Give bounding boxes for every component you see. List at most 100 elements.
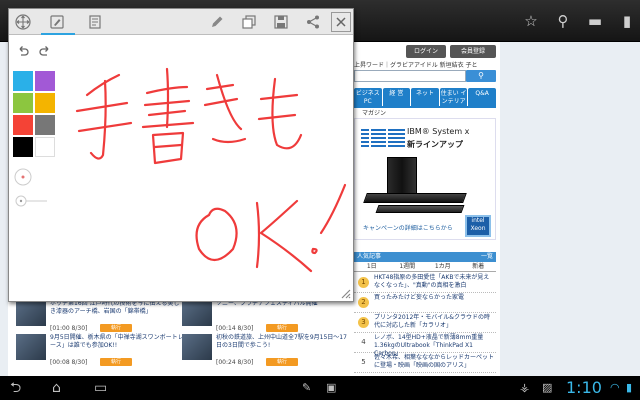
article-action-button[interactable]: 執行 <box>100 358 132 366</box>
ranking-tabs: 1日 1週間 1カ月 新着 <box>354 262 496 272</box>
copy-icon[interactable] <box>239 12 259 32</box>
login-button[interactable]: ログイン <box>406 45 446 58</box>
server-rack-image <box>363 193 467 203</box>
ranking-tab-day[interactable]: 1日 <box>354 262 390 271</box>
article-date: [00:24 8/30] <box>216 359 254 366</box>
ranking-tab-new[interactable]: 新着 <box>461 262 497 271</box>
article-item[interactable]: 9月5日開催、栃木県の「中禅寺湖スワンボートレース」は誰でも参加OK!! [00… <box>16 334 186 374</box>
page-left-margin <box>0 42 8 376</box>
article-thumbnail[interactable] <box>16 334 46 360</box>
article-action-button[interactable]: 執行 <box>100 324 132 332</box>
ranking-header: 人気記事 一覧 <box>354 252 496 262</box>
search-icon: ⚲ <box>478 71 484 80</box>
drawing-canvas[interactable] <box>57 35 353 301</box>
bookmarks-icon[interactable]: ▮ <box>618 12 636 30</box>
edit-icon[interactable] <box>207 12 227 32</box>
article-title[interactable]: 9月5日開催、栃木県の「中禅寺湖スワンボートレース」は誰でも参加OK!! <box>50 334 184 350</box>
site-search-input[interactable] <box>354 70 466 82</box>
nav-tab-management[interactable]: 経 営 <box>382 88 411 106</box>
memo-shortcut-icon[interactable]: ✎ <box>302 380 311 396</box>
color-swatch-white[interactable] <box>35 137 55 157</box>
article-date: [01:00 8/30] <box>50 325 88 332</box>
ranking-item[interactable]: 3 プリンタ2012年・モバイル&クラウドの時代に対応した新「カラリオ」 <box>354 313 496 333</box>
ranking-tab-week[interactable]: 1週間 <box>390 262 426 271</box>
battery-icon: ▮ <box>626 381 633 394</box>
color-swatch-yellow[interactable] <box>35 93 55 113</box>
ranking-item[interactable]: 1 HKT48指原の多田愛佳「AKBで未来が見えなくなった」、"真動"の真相を激… <box>354 273 496 293</box>
ranking-tab-month[interactable]: 1カ月 <box>425 262 461 271</box>
handwritten-ink <box>75 67 347 273</box>
rank-number: 4 <box>361 338 366 346</box>
color-swatch-purple[interactable] <box>35 71 55 91</box>
server-rack-image-2 <box>375 205 465 213</box>
nav-tab-qa[interactable]: Q&A <box>468 88 496 106</box>
article-item[interactable]: 初秋の鉄道旅、上州中山道全7駅を9月15日～17日の3日間で歩こう! [00:2… <box>182 334 352 374</box>
nav-tab-net[interactable]: ネット <box>411 88 439 106</box>
ad-title: IBM® System x <box>407 127 470 136</box>
ranking-item-text[interactable]: HKT48指原の多田愛佳「AKBで未来が見えなくなった」、"真動"の真相を激白 <box>374 274 494 290</box>
resize-handle-icon[interactable] <box>339 287 351 299</box>
memo-palette <box>9 35 57 301</box>
ibm-ad-banner[interactable]: IBM® System x 新ラインアップ キャンペーンの詳細はこちらから in… <box>354 118 496 240</box>
text-mode-icon[interactable] <box>85 12 105 32</box>
menu-icon[interactable]: ▬ <box>586 12 604 30</box>
category-nav: ビジネス PC 経 営 ネット 住まい インテリア Q&A <box>354 88 496 106</box>
color-swatch-green[interactable] <box>13 93 33 113</box>
redo-icon[interactable] <box>35 45 55 65</box>
color-swatch-black[interactable] <box>13 137 33 157</box>
rank-number: 5 <box>361 358 366 366</box>
pen-size-slider-icon[interactable] <box>13 191 47 211</box>
color-swatch-blue[interactable] <box>13 71 33 91</box>
color-swatch-red[interactable] <box>13 115 33 135</box>
ranking-item[interactable]: 4 レノボ、14型HD+液晶で新薄8mm重量1.36kgのUltrabook「T… <box>354 333 496 357</box>
ranking-item[interactable]: 2 買ったみたけど妄ならかった家電 <box>354 293 496 313</box>
wifi-icon: ◠ <box>610 381 620 394</box>
ad-detail-link[interactable]: キャンペーンの詳細はこちらから <box>363 223 453 232</box>
rank-number: 2 <box>358 297 369 308</box>
article-action-button[interactable]: 執行 <box>266 358 298 366</box>
pen-size-small-icon[interactable] <box>13 167 33 187</box>
magazine-link[interactable]: マガジン <box>362 108 386 117</box>
home-icon[interactable]: ⌂ <box>52 380 61 396</box>
memo-toolbar <box>9 9 353 35</box>
move-icon[interactable] <box>13 12 33 32</box>
ranking-item-text[interactable]: プリンタ2012年・モバイル&クラウドの時代に対応した新「カラリオ」 <box>374 314 494 330</box>
ranking-title: 人気記事 <box>357 253 382 260</box>
ranking-item[interactable]: 5 佐々木希、相葉なななからレッドカーペットに登場・映画「映画の国のアリス」 <box>354 353 496 373</box>
close-icon[interactable] <box>331 12 351 32</box>
pen-mode-icon[interactable] <box>47 12 67 32</box>
ranking-item-text[interactable]: 買ったみたけど妄ならかった家電 <box>374 294 494 302</box>
clock: 1:10 <box>566 378 602 397</box>
save-icon[interactable] <box>271 12 291 32</box>
article-thumbnail[interactable] <box>182 300 212 326</box>
site-search-button[interactable]: ⚲ <box>466 70 496 82</box>
system-navigation-bar: ⮌ ⌂ ▭ ✎ ▣ ⚶ ▨ 1:10 ◠ ▮ <box>0 376 640 400</box>
share-icon[interactable] <box>303 12 323 32</box>
handwriting-memo-window[interactable] <box>8 8 354 302</box>
article-date: [00:14 8/30] <box>216 325 254 332</box>
ranking-item-text[interactable]: 佐々木希、相葉なななからレッドカーペットに登場・映画「映画の国のアリス」 <box>374 354 494 370</box>
intel-xeon-badge: intel Xeon <box>465 215 491 237</box>
search-icon[interactable]: ⚲ <box>554 12 572 30</box>
register-button[interactable]: 会員登録 <box>450 45 496 58</box>
recent-apps-icon[interactable]: ▭ <box>94 380 107 396</box>
trending-words[interactable]: 上昇ワード｜グラビアアイドル 新垣結衣 子と <box>354 60 500 69</box>
article-action-button[interactable]: 執行 <box>266 324 298 332</box>
article-thumbnail[interactable] <box>182 334 212 360</box>
color-swatch-gray[interactable] <box>35 115 55 135</box>
nav-tab-interior[interactable]: 住まい インテリア <box>439 88 468 106</box>
undo-icon[interactable] <box>13 45 33 65</box>
bookmark-star-icon[interactable]: ☆ <box>522 12 540 30</box>
browser-actions: ☆ ⚲ ▬ ▮ <box>522 0 636 42</box>
rank-number: 1 <box>358 277 369 288</box>
tablet-screen: ☆ ⚲ ▬ ▮ ログイン 会員登録 上昇ワード｜グラビアアイドル 新垣結衣 子と… <box>0 0 640 400</box>
screenshot-icon[interactable]: ▣ <box>326 380 336 396</box>
article-thumbnail[interactable] <box>16 300 46 326</box>
usb-icon: ⚶ <box>520 381 530 394</box>
article-title[interactable]: 初秋の鉄道旅、上州中山道全7駅を9月15日～17日の3日間で歩こう! <box>216 334 350 350</box>
nav-tab-business-pc[interactable]: ビジネス PC <box>354 88 382 106</box>
back-icon[interactable]: ⮌ <box>10 380 21 396</box>
article-title[interactable]: ホッチ第16回 江戸時代の技術を今に伝える美しき漆器のアーチ橋、岩国の「錦帯橋」 <box>50 300 184 316</box>
ranking-more-link[interactable]: 一覧 <box>481 252 493 262</box>
image-notification-icon: ▨ <box>542 381 553 394</box>
